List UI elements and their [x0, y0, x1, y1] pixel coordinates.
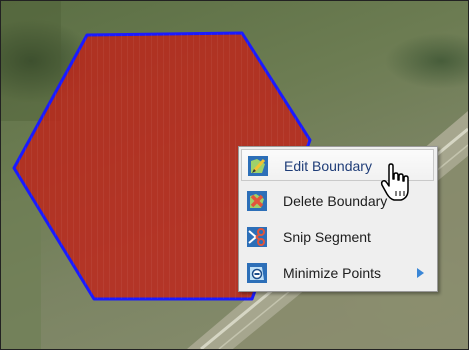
snip-segment-icon — [247, 227, 267, 247]
hand-pointer-icon — [380, 163, 409, 201]
menu-item-label: Delete Boundary — [283, 193, 388, 209]
edit-boundary-icon — [248, 156, 268, 176]
map-view[interactable]: Edit Boundary Delete Boundary Snip Segme… — [0, 0, 469, 350]
submenu-arrow-icon — [417, 268, 424, 278]
minimize-points-icon — [247, 263, 267, 283]
delete-boundary-icon — [247, 191, 267, 211]
adjacent-field — [1, 201, 41, 349]
menu-item-label: Snip Segment — [283, 229, 371, 245]
menu-item-label: Minimize Points — [283, 265, 382, 281]
menu-item-snip-segment[interactable]: Snip Segment — [241, 221, 434, 253]
menu-item-minimize-points[interactable]: Minimize Points — [241, 257, 434, 289]
menu-item-label: Edit Boundary — [284, 158, 372, 174]
